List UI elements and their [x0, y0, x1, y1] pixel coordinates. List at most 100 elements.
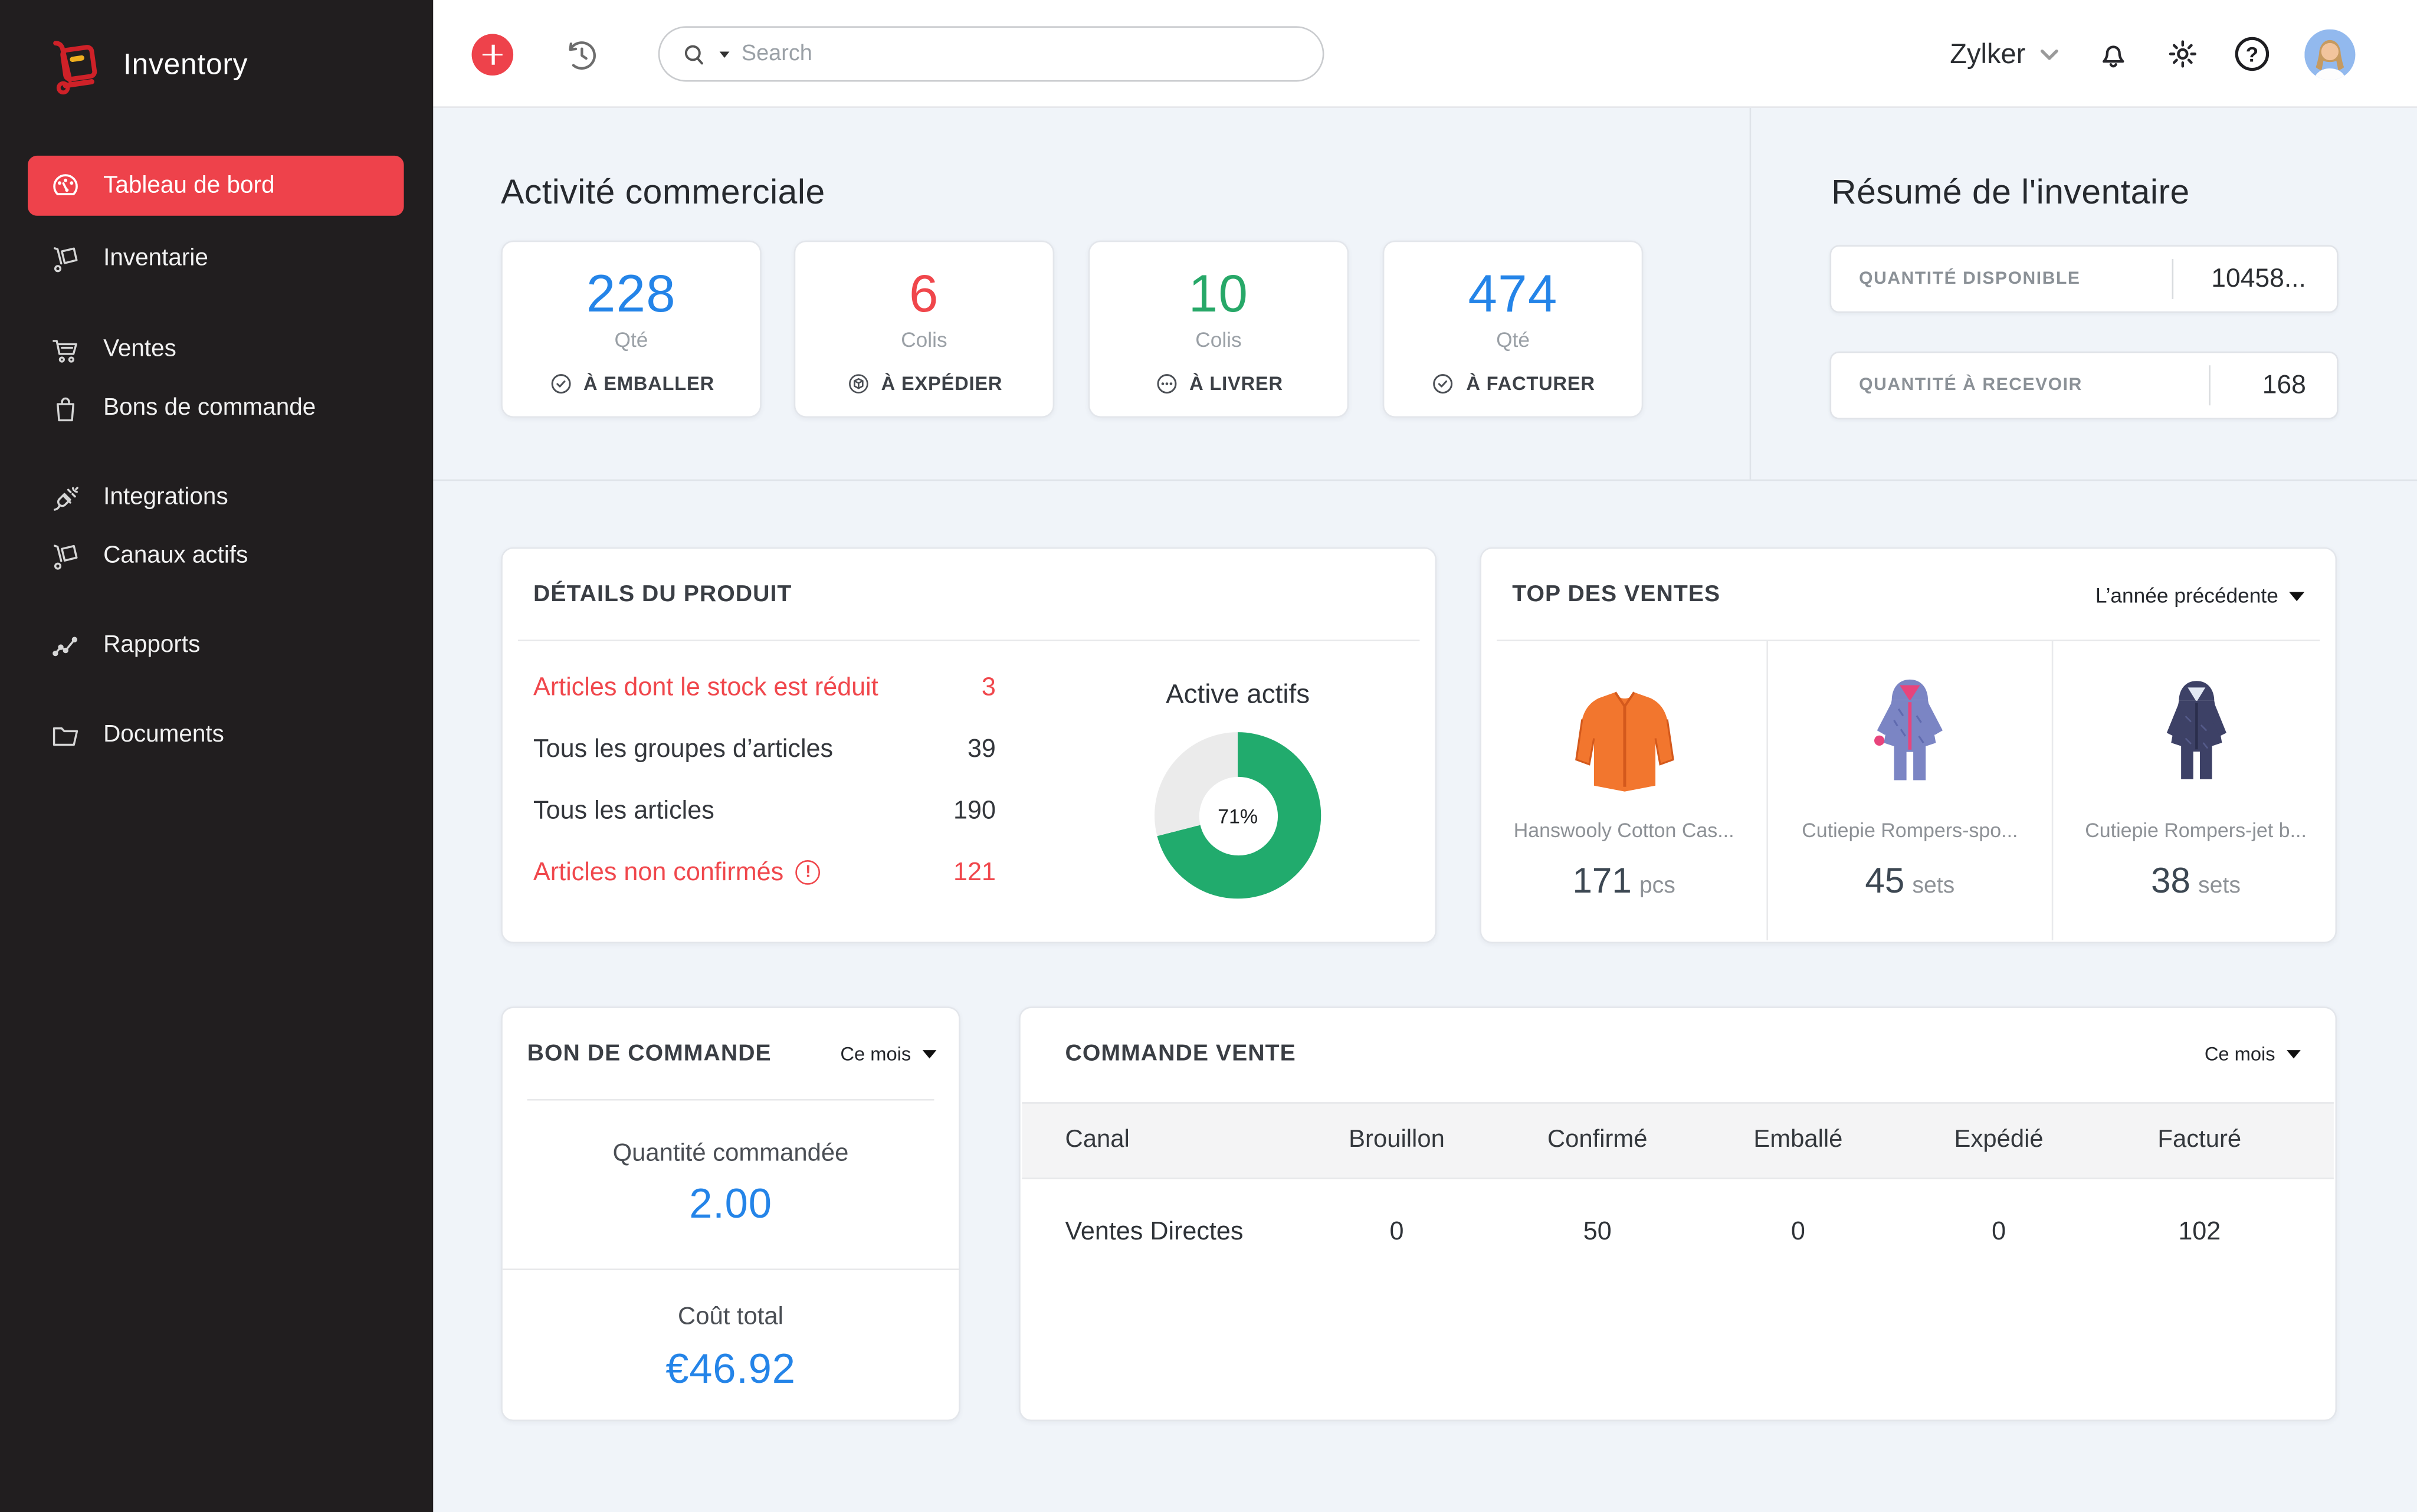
purchase-order-filter-dropdown[interactable]: Ce mois	[840, 1044, 937, 1065]
help-icon[interactable]: ?	[2235, 37, 2269, 71]
stat-card-to-pack[interactable]: 228 Qté À EMBALLER	[501, 241, 762, 418]
column-header: Canal	[1065, 1127, 1297, 1155]
stat-unit: Colis	[1090, 329, 1347, 352]
section-divider	[433, 480, 2417, 481]
product-image-orange-cardigan	[1481, 664, 1766, 811]
quick-add-button[interactable]	[472, 34, 514, 76]
topbar: Zylker ?	[433, 0, 2417, 108]
quantity-ordered-value: 2.00	[503, 1180, 959, 1228]
sidebar-item-label: Ventes	[103, 336, 176, 364]
row-label: Tous les articles	[533, 796, 714, 826]
settings-gear-icon[interactable]	[2166, 37, 2199, 71]
low-stock-items-row[interactable]: Articles dont le stock est réduit 3	[533, 657, 996, 719]
all-items-row[interactable]: Tous les articles 190	[533, 780, 996, 842]
summary-value: 168	[2211, 370, 2337, 401]
triangle-down-icon	[923, 1050, 937, 1058]
dots-circle-icon	[1154, 372, 1179, 396]
plug-icon	[50, 482, 82, 514]
triangle-down-icon	[2289, 591, 2304, 601]
package-icon	[846, 372, 871, 396]
top-sales-item: Cutiepie Rompers-jet b... 38sets	[2052, 641, 2339, 940]
product-qty: 171	[1573, 860, 1632, 900]
card-divider	[503, 1268, 959, 1270]
product-details-card: DÉTAILS DU PRODUIT Articles dont le stoc…	[501, 547, 1437, 944]
purchase-order-card: BON DE COMMANDE Ce mois Quantité command…	[501, 1006, 960, 1421]
triangle-down-icon	[2287, 1050, 2301, 1058]
quantity-in-hand-row[interactable]: QUANTITÉ DISPONIBLE 10458...	[1829, 245, 2338, 313]
all-item-groups-row[interactable]: Tous les groupes d’articles 39	[533, 719, 996, 780]
sales-order-card: COMMANDE VENTE Ce mois Canal Brouillon C…	[1019, 1006, 2337, 1421]
purchase-order-title: BON DE COMMANDE	[527, 1041, 772, 1067]
total-cost-value: €46.92	[503, 1346, 959, 1393]
stat-status-label: À LIVRER	[1189, 373, 1283, 395]
notifications-bell-icon[interactable]	[2097, 37, 2130, 71]
sidebar-item-active-channels[interactable]: Canaux actifs	[28, 527, 404, 586]
sidebar-item-label: Integrations	[103, 484, 228, 511]
alert-info-icon: !	[796, 860, 821, 885]
sidebar-item-sales[interactable]: Ventes	[28, 320, 404, 379]
folder-icon	[50, 719, 82, 752]
search-scope-caret-icon[interactable]	[720, 51, 730, 57]
sidebar-item-label: Inventarie	[103, 245, 208, 273]
row-value: 190	[953, 796, 996, 826]
stat-unit: Qté	[503, 329, 760, 352]
stat-status-label: À EXPÉDIER	[881, 373, 1003, 395]
sidebar-item-integrations[interactable]: Integrations	[28, 468, 404, 527]
donut-center-label: 71%	[1199, 776, 1277, 855]
stat-value: 6	[795, 265, 1052, 325]
stat-card-to-invoice[interactable]: 474 Qté À FACTURER	[1383, 241, 1644, 418]
app-logo[interactable]: Inventory	[51, 37, 248, 96]
stat-card-to-deliver[interactable]: 10 Colis À LIVRER	[1088, 241, 1349, 418]
sidebar-item-documents[interactable]: Documents	[28, 706, 404, 765]
row-label: Articles dont le stock est réduit	[533, 673, 878, 703]
stat-status-label: À EMBALLER	[583, 373, 714, 395]
sidebar-item-purchase-orders[interactable]: Bons de commande	[28, 379, 404, 438]
organization-dropdown[interactable]: Zylker	[1950, 38, 2061, 70]
filter-label: Ce mois	[2205, 1044, 2275, 1065]
total-cost-label: Coût total	[503, 1304, 959, 1331]
stat-status-label: À FACTURER	[1466, 373, 1595, 395]
search-icon	[681, 41, 707, 67]
sales-order-title: COMMANDE VENTE	[1065, 1041, 1296, 1067]
product-unit: pcs	[1639, 873, 1675, 898]
sidebar-item-label: Rapports	[103, 632, 200, 660]
hand-truck-icon	[50, 540, 82, 573]
stat-unit: Qté	[1384, 329, 1641, 352]
recent-history-button[interactable]	[563, 35, 601, 74]
section-divider-vertical	[1750, 108, 1752, 480]
filter-label: Ce mois	[840, 1044, 911, 1065]
stat-card-to-ship[interactable]: 6 Colis À EXPÉDIER	[794, 241, 1055, 418]
sidebar-item-dashboard[interactable]: Tableau de bord	[28, 156, 404, 216]
line-chart-icon	[50, 629, 82, 662]
summary-value: 10458...	[2173, 264, 2337, 294]
stat-value: 228	[503, 265, 760, 325]
check-circle-icon	[548, 372, 573, 396]
sidebar-item-inventory[interactable]: Inventarie	[28, 229, 404, 288]
dashboard-gauge-icon	[50, 169, 82, 202]
column-header: Facturé	[2099, 1127, 2300, 1155]
main-content: Activité commerciale 228 Qté À EMBALLER …	[433, 108, 2417, 1512]
row-value: 39	[968, 734, 996, 764]
top-sales-item: Hanswooly Cotton Cas... 171pcs	[1481, 641, 1766, 940]
business-activity-title: Activité commerciale	[501, 173, 825, 213]
top-sales-filter-dropdown[interactable]: L’année précédente	[2095, 584, 2304, 607]
filter-label: L’année précédente	[2095, 584, 2278, 607]
check-circle-icon	[1431, 372, 1455, 396]
inventory-summary-title: Résumé de l'inventaire	[1831, 173, 2190, 213]
search-input[interactable]	[742, 42, 1301, 67]
sidebar-item-reports[interactable]: Rapports	[28, 616, 404, 675]
column-header: Confirmé	[1497, 1127, 1698, 1155]
product-image-navy-romper	[2053, 664, 2338, 811]
unconfirmed-items-row[interactable]: Articles non confirmés ! 121	[533, 842, 996, 904]
user-avatar[interactable]	[2304, 28, 2355, 79]
product-qty: 45	[1865, 860, 1904, 900]
row-value: 121	[953, 858, 996, 887]
row-label: Tous les groupes d’articles	[533, 734, 833, 764]
sales-order-filter-dropdown[interactable]: Ce mois	[2205, 1044, 2301, 1065]
quantity-to-receive-row[interactable]: QUANTITÉ À RECEVOIR 168	[1829, 352, 2338, 419]
top-sales-card: TOP DES VENTES L’année précédente Hanswo…	[1480, 547, 2337, 944]
cell-shipped: 0	[1898, 1217, 2099, 1247]
active-items-donut: 71%	[1155, 732, 1321, 898]
quantity-ordered-label: Quantité commandée	[503, 1141, 959, 1169]
active-items-label: Active actifs	[1084, 678, 1392, 711]
